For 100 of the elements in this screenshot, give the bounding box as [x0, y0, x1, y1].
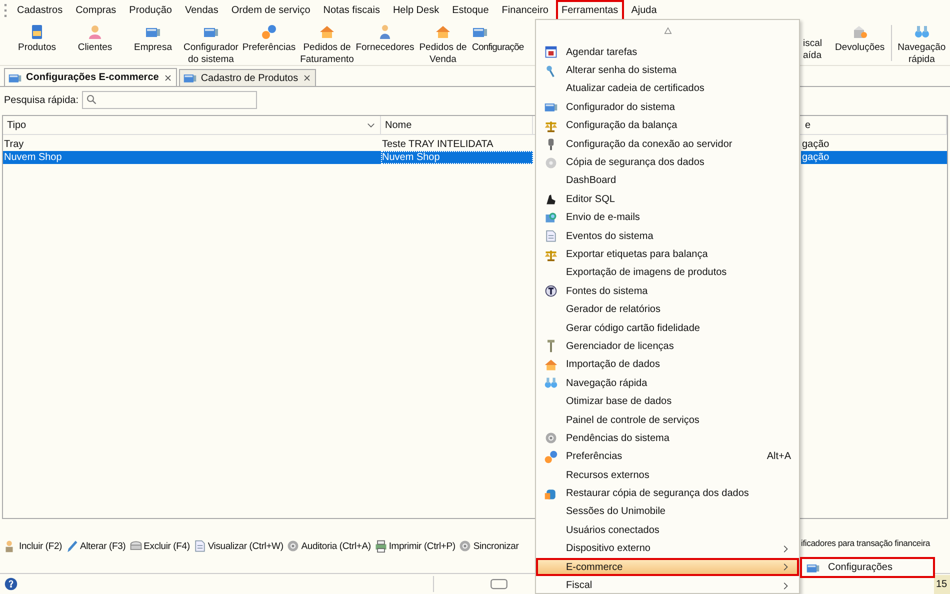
- toolbar-button[interactable]: Navegação rápida: [896, 21, 948, 65]
- menu-item[interactable]: Alterar senha do sistema: [536, 61, 799, 80]
- menu-item[interactable]: Editor SQL: [536, 190, 799, 209]
- menu-item[interactable]: Configurador do sistema: [536, 98, 799, 117]
- gear-icon: [286, 539, 300, 553]
- toolbar-button[interactable]: Pedidos de Venda: [414, 21, 472, 65]
- search-icon: [86, 94, 98, 106]
- table-cell[interactable]: Nuvem Shop: [381, 151, 533, 164]
- house-icon: [544, 358, 558, 372]
- person-icon: [87, 24, 103, 40]
- toolbar-button[interactable]: Pedidos de Faturamento: [298, 21, 356, 65]
- search-field[interactable]: [82, 91, 256, 109]
- font-icon: [544, 284, 558, 298]
- table-cell[interactable]: gação: [801, 138, 947, 151]
- menu-item[interactable]: Dispositivo externo: [536, 540, 799, 558]
- menu-item[interactable]: Pendências do sistema: [536, 429, 799, 448]
- toolbar-button[interactable]: Produtos: [8, 21, 66, 65]
- menu-item[interactable]: Importação de dados: [536, 356, 799, 374]
- action-button[interactable]: Auditoria (Ctrl+A): [286, 539, 371, 553]
- menu-item[interactable]: Exportação de imagens de produtos: [536, 264, 799, 282]
- menu-item[interactable]: Cópia de segurança dos dados: [536, 153, 799, 172]
- circles-icon: [544, 450, 558, 464]
- column-header[interactable]: Nome: [381, 116, 533, 134]
- action-button[interactable]: Visualizar (Ctrl+W): [192, 539, 284, 553]
- menu-item[interactable]: Financeiro: [496, 0, 554, 21]
- circles-icon: [261, 24, 277, 40]
- menu-item[interactable]: Configuração da conexão ao servidor: [536, 134, 799, 154]
- menu-item[interactable]: Ajuda: [625, 0, 663, 21]
- menu-item[interactable]: Produção: [123, 0, 178, 21]
- toolbar-button[interactable]: Preferências: [240, 21, 298, 65]
- menu-item[interactable]: DashBoard: [536, 172, 799, 190]
- document-icon: [192, 539, 207, 553]
- menu-item[interactable]: Estoque: [446, 0, 495, 21]
- menu-item[interactable]: Gerenciador de licenças: [536, 337, 799, 356]
- scale-icon: [544, 248, 558, 262]
- action-text: ificadores para transação financeira: [801, 538, 930, 548]
- action-button[interactable]: Alterar (F3): [65, 539, 126, 553]
- action-button[interactable]: Sincronizar: [458, 539, 519, 553]
- toolbar-button[interactable]: Devoluções: [833, 21, 887, 65]
- menu-item[interactable]: Compras: [70, 0, 122, 21]
- column-header[interactable]: Tipo: [3, 116, 381, 134]
- box-icon: [852, 24, 868, 40]
- menu-item[interactable]: Otimizar base de dados: [536, 392, 799, 411]
- scroll-up-icon[interactable]: [662, 26, 672, 36]
- table-cell[interactable]: Teste TRAY INTELIDATA: [381, 138, 533, 151]
- status-count: 15: [934, 574, 950, 594]
- table-cell[interactable]: gação: [801, 151, 947, 164]
- toolbar-button[interactable]: iscal aída: [803, 38, 833, 62]
- menu-item[interactable]: Recursos externos: [536, 466, 799, 484]
- menu-item[interactable]: Gerar código cartão fidelidade: [536, 318, 799, 338]
- toolbar-button[interactable]: Clientes: [66, 21, 124, 65]
- pencil-icon: [65, 539, 79, 553]
- menu-item[interactable]: Eventos do sistema: [536, 226, 799, 246]
- menu-item[interactable]: Exportar etiquetas para balança: [536, 245, 799, 264]
- menu-item[interactable]: Preferências Alt+A: [536, 448, 799, 466]
- menu-item[interactable]: Sessões do Unimobile: [536, 502, 799, 522]
- document-icon: [544, 229, 558, 244]
- toolbar-button[interactable]: Fornecedores: [356, 21, 414, 65]
- gear-icon: [458, 539, 472, 553]
- close-icon[interactable]: [302, 73, 312, 83]
- table-cell[interactable]: Nuvem Shop: [3, 151, 381, 164]
- toolbar-button[interactable]: Configurador do sistema: [182, 21, 240, 65]
- menu-item[interactable]: Restaurar cópia de segurança dos dados: [536, 484, 799, 503]
- menu-item[interactable]: Fiscal: [536, 576, 799, 594]
- action-button[interactable]: Imprimir (Ctrl+P): [374, 539, 456, 553]
- menu-item[interactable]: E-commerce: [536, 558, 799, 576]
- menu-item[interactable]: Usuários conectados: [536, 521, 799, 540]
- menu-item[interactable]: Navegação rápida: [536, 374, 799, 392]
- grip-icon[interactable]: [4, 4, 7, 17]
- close-icon[interactable]: [162, 72, 173, 82]
- table-cell[interactable]: Tray: [3, 138, 381, 151]
- shortcut-text: Alt+A: [766, 451, 791, 462]
- action-button[interactable]: Excluir (F4): [128, 539, 190, 553]
- toolbar-button[interactable]: Configuraçõe: [472, 21, 529, 65]
- help-icon[interactable]: [4, 577, 18, 591]
- menu-item[interactable]: Atualizar cadeia de certificados: [536, 80, 799, 98]
- menu-item[interactable]: Painel de controle de serviços: [536, 410, 799, 430]
- menu-item[interactable]: Envio de e-mails: [536, 208, 799, 227]
- menu-item[interactable]: Configuração da balança: [536, 116, 799, 135]
- tab[interactable]: Cadastro de Produtos: [178, 69, 316, 86]
- person-icon: [377, 24, 393, 40]
- house-icon: [319, 24, 335, 40]
- column-header[interactable]: e: [801, 116, 947, 134]
- menu-item[interactable]: Ordem de serviço: [225, 0, 316, 21]
- action-button[interactable]: Incluir (F2): [4, 539, 62, 553]
- tab[interactable]: Configurações E-commerce: [4, 68, 177, 86]
- calendar-icon: [544, 45, 558, 60]
- toolbar-button[interactable]: Empresa: [124, 21, 182, 65]
- submenu-item[interactable]: Configurações: [800, 557, 935, 578]
- menu-item[interactable]: Cadastros: [11, 0, 69, 21]
- binoculars-icon: [914, 24, 930, 40]
- menu-item[interactable]: Gerador de relatórios: [536, 300, 799, 319]
- globe-icon: [544, 210, 558, 225]
- printer-icon: [374, 539, 388, 553]
- house-icon: [435, 24, 451, 40]
- menu-item[interactable]: Notas fiscais: [317, 0, 386, 21]
- menu-item[interactable]: Fontes do sistema: [536, 282, 799, 300]
- menu-item[interactable]: Help Desk: [386, 0, 446, 21]
- menu-item[interactable]: Vendas: [178, 0, 224, 21]
- menu-item[interactable]: Agendar tarefas: [536, 43, 799, 62]
